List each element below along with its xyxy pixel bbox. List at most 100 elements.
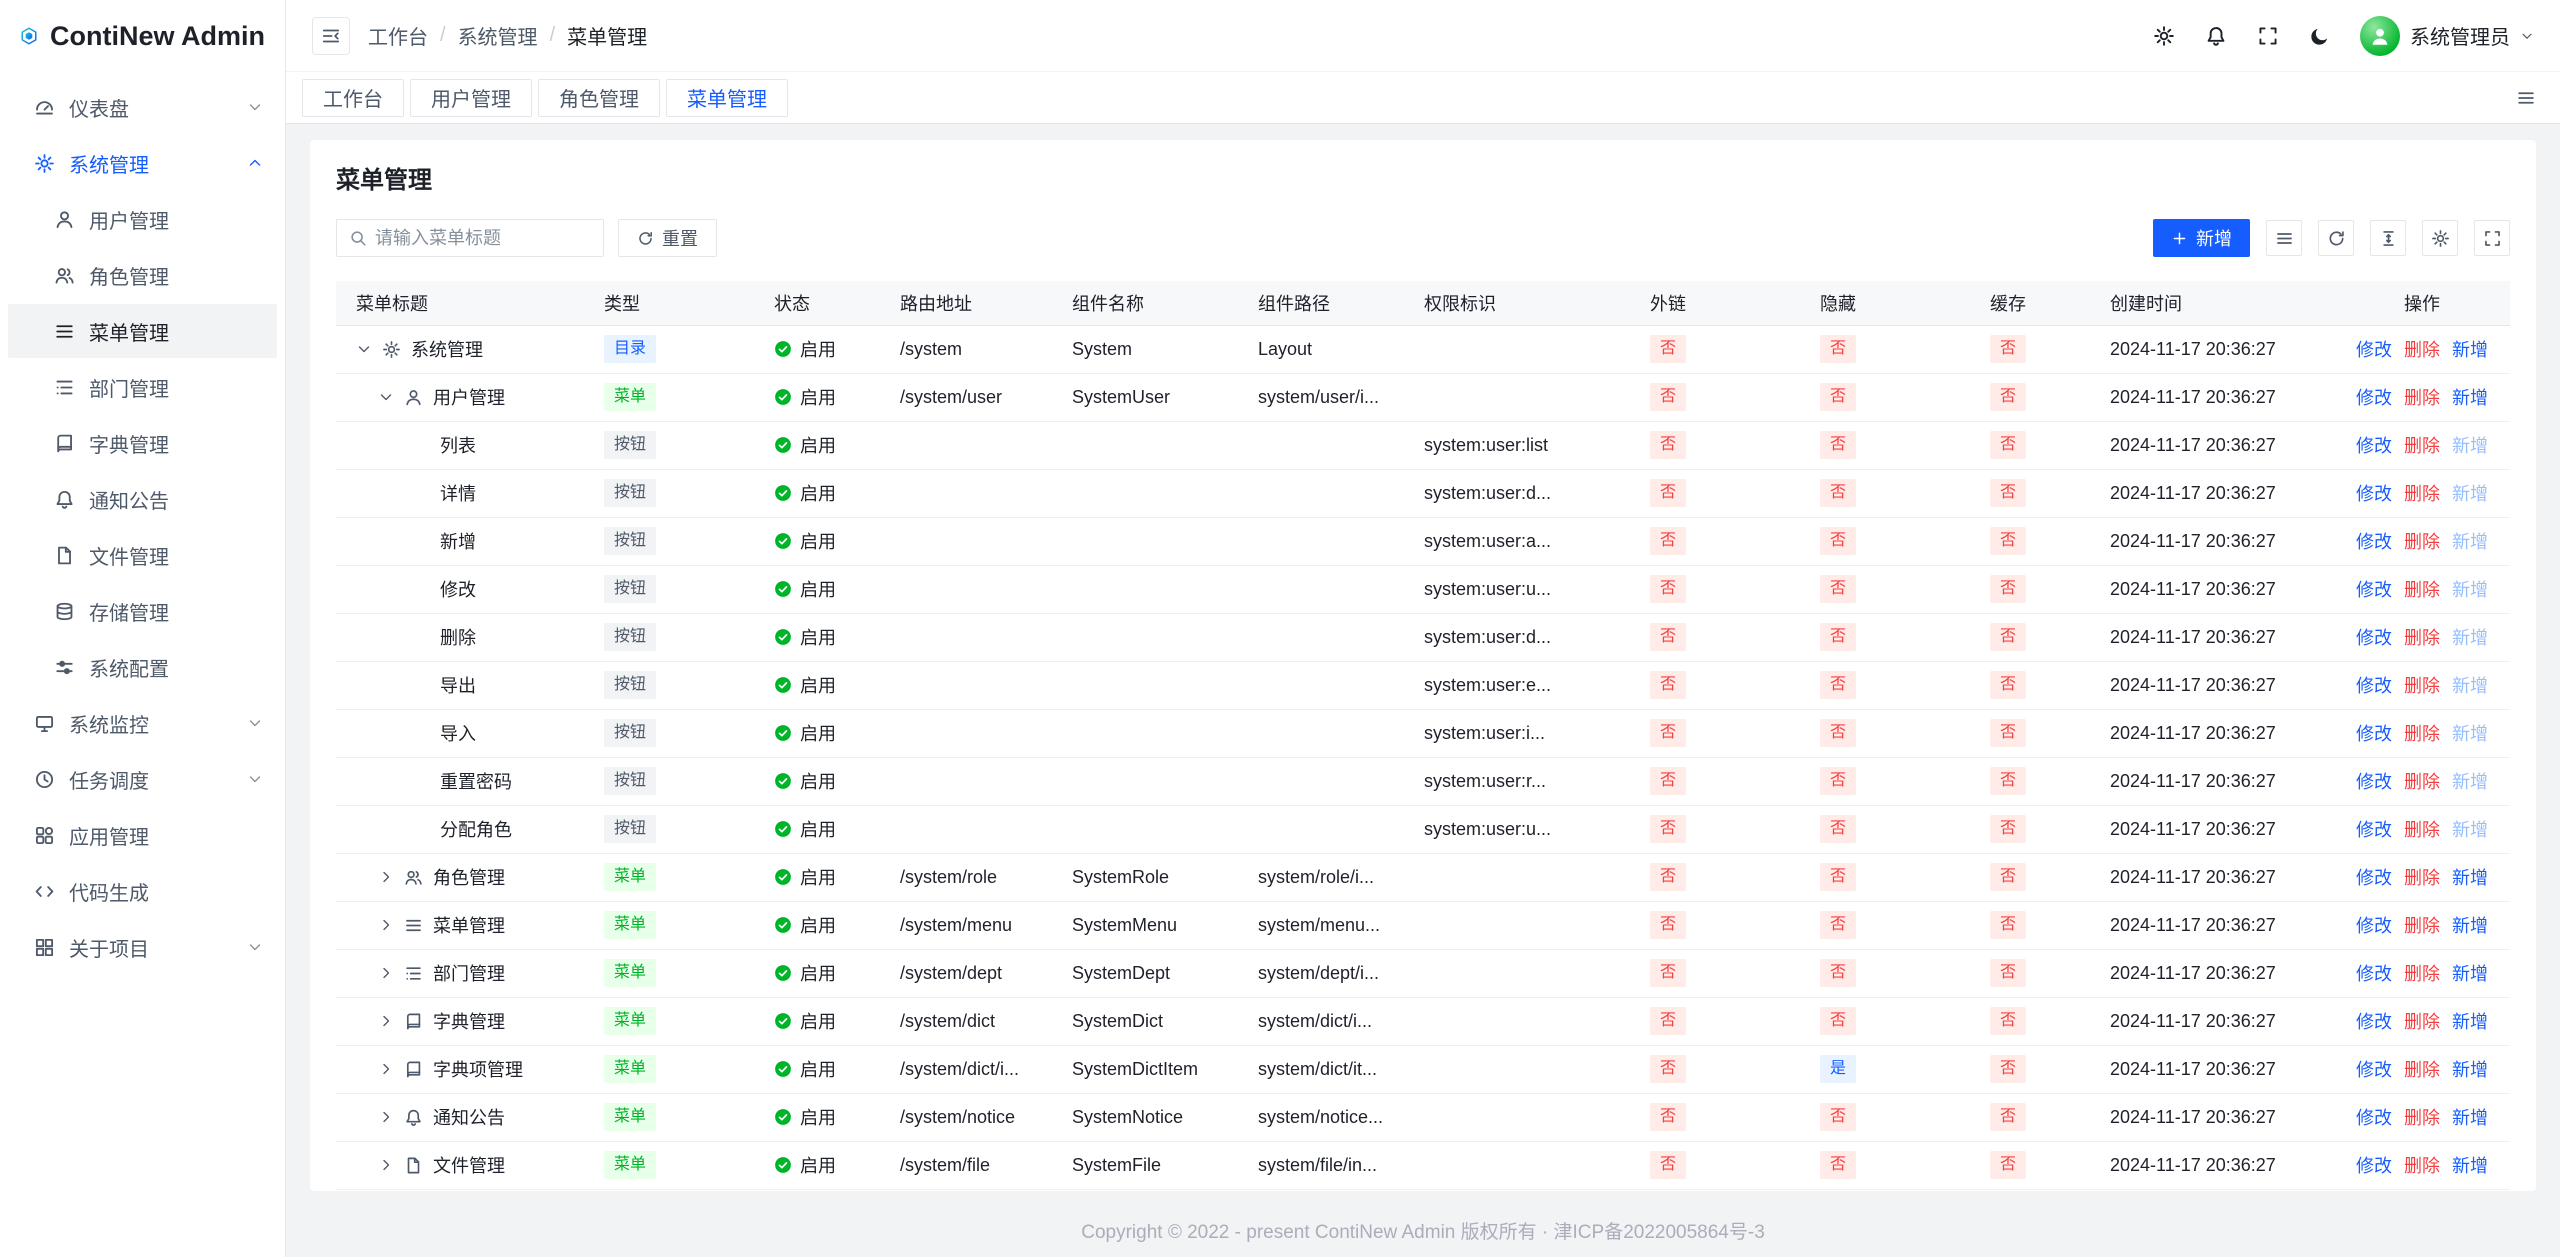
user-menu[interactable]: 系统管理员 xyxy=(2360,16,2534,56)
sidebar-item-user[interactable]: 用户管理 xyxy=(8,192,277,246)
expand-toggle-chevron-right-icon[interactable] xyxy=(378,1109,394,1125)
sidebar-item-menu[interactable]: 菜单管理 xyxy=(8,304,277,358)
modify-link[interactable]: 修改 xyxy=(2356,1104,2392,1130)
delete-link[interactable]: 删除 xyxy=(2404,384,2440,410)
table-fullscreen-button[interactable] xyxy=(2474,220,2510,256)
tab-workplace[interactable]: 工作台 xyxy=(302,79,404,117)
search-input[interactable] xyxy=(375,228,591,249)
tab-actions-button[interactable] xyxy=(2508,80,2544,116)
tab-menu[interactable]: 菜单管理 xyxy=(666,79,788,117)
modify-link[interactable]: 修改 xyxy=(2356,720,2392,746)
modify-link[interactable]: 修改 xyxy=(2356,384,2392,410)
breadcrumb-item[interactable]: 菜单管理 xyxy=(567,21,647,50)
delete-link[interactable]: 删除 xyxy=(2404,768,2440,794)
menu-title-text: 重置密码 xyxy=(440,768,512,794)
status-check-icon xyxy=(774,868,792,886)
sidebar-item-storage[interactable]: 存储管理 xyxy=(8,584,277,638)
add-link[interactable]: 新增 xyxy=(2452,1152,2488,1178)
add-link[interactable]: 新增 xyxy=(2452,336,2488,362)
cell-cache: 否 xyxy=(1974,517,2094,565)
sidebar-item-dept[interactable]: 部门管理 xyxy=(8,360,277,414)
cell-status: 启用 xyxy=(758,805,884,853)
sidebar-item-dict[interactable]: 字典管理 xyxy=(8,416,277,470)
modify-link[interactable]: 修改 xyxy=(2356,1152,2392,1178)
sidebar-item-system[interactable]: 系统管理 xyxy=(8,136,277,190)
add-link[interactable]: 新增 xyxy=(2452,960,2488,986)
modify-link[interactable]: 修改 xyxy=(2356,672,2392,698)
delete-link[interactable]: 删除 xyxy=(2404,816,2440,842)
delete-link[interactable]: 删除 xyxy=(2404,576,2440,602)
modify-link[interactable]: 修改 xyxy=(2356,336,2392,362)
sidebar-item-codegen[interactable]: 代码生成 xyxy=(8,864,277,918)
row-height-button[interactable] xyxy=(2370,220,2406,256)
add-link[interactable]: 新增 xyxy=(2452,864,2488,890)
delete-link[interactable]: 删除 xyxy=(2404,336,2440,362)
sidebar-item-file[interactable]: 文件管理 xyxy=(8,528,277,582)
delete-link[interactable]: 删除 xyxy=(2404,1008,2440,1034)
delete-link[interactable]: 删除 xyxy=(2404,624,2440,650)
notifications-button[interactable] xyxy=(2204,24,2228,48)
sidebar-collapse-button[interactable] xyxy=(312,17,350,55)
column-settings-button[interactable] xyxy=(2422,220,2458,256)
modify-link[interactable]: 修改 xyxy=(2356,1008,2392,1034)
add-link[interactable]: 新增 xyxy=(2452,384,2488,410)
expand-toggle-chevron-right-icon[interactable] xyxy=(378,1061,394,1077)
expand-toggle-chevron-right-icon[interactable] xyxy=(378,1013,394,1029)
delete-link[interactable]: 删除 xyxy=(2404,720,2440,746)
add-link[interactable]: 新增 xyxy=(2452,1008,2488,1034)
breadcrumb-item[interactable]: 工作台 xyxy=(368,21,428,50)
modify-link[interactable]: 修改 xyxy=(2356,864,2392,890)
delete-link[interactable]: 删除 xyxy=(2404,672,2440,698)
settings-button[interactable] xyxy=(2152,24,2176,48)
breadcrumb-item[interactable]: 系统管理 xyxy=(458,21,538,50)
refresh-button[interactable] xyxy=(2318,220,2354,256)
modify-link[interactable]: 修改 xyxy=(2356,576,2392,602)
modify-link[interactable]: 修改 xyxy=(2356,480,2392,506)
logo[interactable]: ContiNew Admin xyxy=(0,0,285,72)
expand-toggle-chevron-right-icon[interactable] xyxy=(378,917,394,933)
delete-link[interactable]: 删除 xyxy=(2404,1152,2440,1178)
sidebar-item-role[interactable]: 角色管理 xyxy=(8,248,277,302)
delete-link[interactable]: 删除 xyxy=(2404,912,2440,938)
add-link[interactable]: 新增 xyxy=(2452,912,2488,938)
add-button[interactable]: 新增 xyxy=(2153,219,2250,257)
delete-link[interactable]: 删除 xyxy=(2404,1056,2440,1082)
sidebar-item-schedule[interactable]: 任务调度 xyxy=(8,752,277,806)
modify-link[interactable]: 修改 xyxy=(2356,912,2392,938)
modify-link[interactable]: 修改 xyxy=(2356,1056,2392,1082)
sidebar-item-apps[interactable]: 应用管理 xyxy=(8,808,277,862)
expand-toggle-chevron-right-icon[interactable] xyxy=(378,1157,394,1173)
add-link[interactable]: 新增 xyxy=(2452,1104,2488,1130)
sidebar-item-notice[interactable]: 通知公告 xyxy=(8,472,277,526)
modify-link[interactable]: 修改 xyxy=(2356,816,2392,842)
expand-toggle-chevron-down-icon[interactable] xyxy=(356,341,372,357)
expand-toggle-chevron-down-icon[interactable] xyxy=(378,389,394,405)
sidebar-item-about[interactable]: 关于项目 xyxy=(8,920,277,974)
delete-link[interactable]: 删除 xyxy=(2404,432,2440,458)
delete-link[interactable]: 删除 xyxy=(2404,1104,2440,1130)
menu-title-text: 菜单管理 xyxy=(433,912,505,938)
delete-link[interactable]: 删除 xyxy=(2404,960,2440,986)
modify-link[interactable]: 修改 xyxy=(2356,624,2392,650)
density-button[interactable] xyxy=(2266,220,2302,256)
modify-link[interactable]: 修改 xyxy=(2356,432,2392,458)
tab-role[interactable]: 角色管理 xyxy=(538,79,660,117)
fullscreen-button[interactable] xyxy=(2256,24,2280,48)
delete-link[interactable]: 删除 xyxy=(2404,864,2440,890)
tabbar: 工作台用户管理角色管理菜单管理 xyxy=(286,72,2560,124)
reset-button[interactable]: 重置 xyxy=(618,219,717,257)
sidebar-item-dashboard[interactable]: 仪表盘 xyxy=(8,80,277,134)
tab-user[interactable]: 用户管理 xyxy=(410,79,532,117)
user-icon xyxy=(54,209,75,230)
expand-toggle-chevron-right-icon[interactable] xyxy=(378,965,394,981)
expand-toggle-chevron-right-icon[interactable] xyxy=(378,869,394,885)
modify-link[interactable]: 修改 xyxy=(2356,960,2392,986)
add-link[interactable]: 新增 xyxy=(2452,1056,2488,1082)
sidebar-item-config[interactable]: 系统配置 xyxy=(8,640,277,694)
delete-link[interactable]: 删除 xyxy=(2404,528,2440,554)
modify-link[interactable]: 修改 xyxy=(2356,528,2392,554)
modify-link[interactable]: 修改 xyxy=(2356,768,2392,794)
theme-button[interactable] xyxy=(2308,24,2332,48)
delete-link[interactable]: 删除 xyxy=(2404,480,2440,506)
sidebar-item-monitor[interactable]: 系统监控 xyxy=(8,696,277,750)
